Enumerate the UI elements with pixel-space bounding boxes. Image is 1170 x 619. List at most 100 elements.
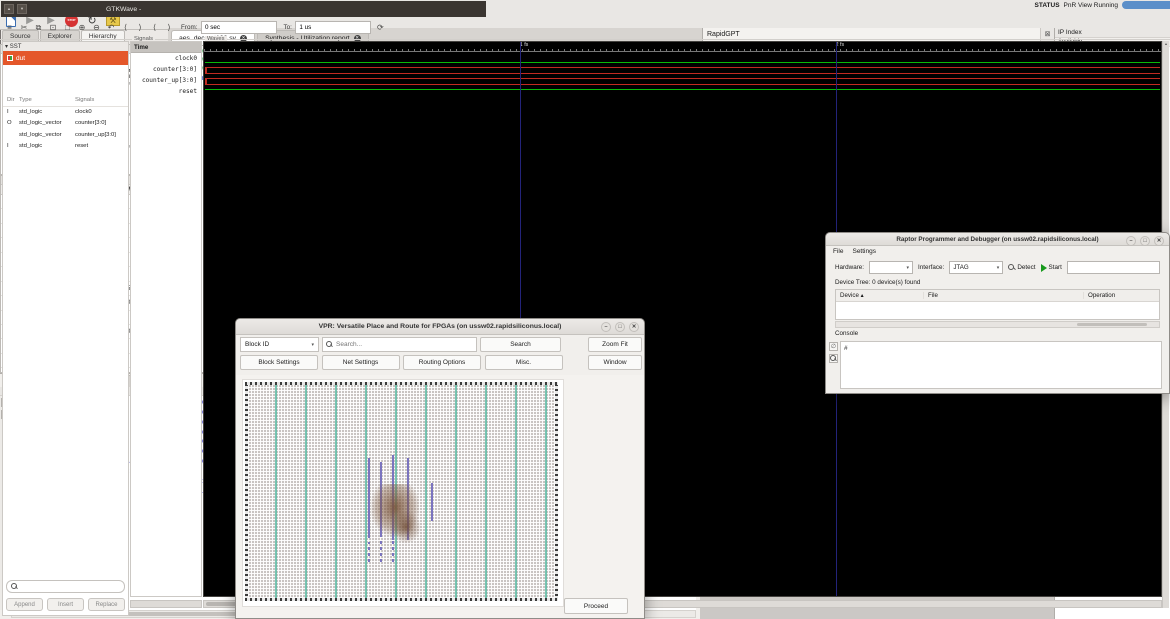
titlebar-button[interactable]: ▾ — [17, 4, 27, 14]
programmer-console-toolbar: ∅ — [828, 342, 839, 388]
shift-left-icon[interactable]: ⟨ — [120, 22, 131, 34]
minimize-icon[interactable]: – — [601, 322, 611, 332]
fpga-grid — [245, 382, 558, 601]
replace-button[interactable]: Replace — [88, 598, 125, 611]
copy-icon[interactable]: ⧉ — [33, 22, 44, 34]
device-table-header: Device ▴ File Operation — [836, 290, 1159, 302]
search-icon — [11, 583, 18, 590]
gtkwave-title: GTKWave - — [106, 6, 141, 13]
cut-icon[interactable]: ✂ — [19, 22, 30, 34]
shift-right-icon[interactable]: ⟩ — [135, 22, 146, 34]
append-button[interactable]: Append — [6, 598, 43, 611]
menu-file[interactable]: File — [833, 248, 843, 255]
signal-name: counter_up[3:0] — [75, 130, 128, 141]
time-ruler: 1 fs2 fs — [204, 42, 1161, 52]
vpr-search-input[interactable] — [336, 341, 456, 348]
status-label: STATUS — [1035, 2, 1060, 9]
clear-console-icon[interactable]: ∅ — [829, 342, 838, 351]
hardware-select[interactable] — [869, 261, 913, 274]
close-icon[interactable]: ✕ — [1154, 236, 1164, 246]
block-id-select[interactable]: Block ID — [240, 337, 319, 352]
device-table-hscrollbar[interactable] — [835, 321, 1160, 328]
net-settings-button[interactable]: Net Settings — [322, 355, 400, 370]
col-operation[interactable]: Operation — [1084, 292, 1159, 299]
page-right-icon[interactable]: ⟩ — [164, 22, 175, 34]
block-settings-button[interactable]: Block Settings — [240, 355, 318, 370]
gtkwave-title-buttons: ▴▾ — [1, 4, 27, 14]
zoom-full-icon[interactable]: □ — [62, 22, 73, 34]
insert-button[interactable]: Insert — [47, 598, 84, 611]
programmer-hardware-row: Hardware: Interface: JTAG Detect Start — [826, 258, 1169, 277]
raptor-design-suite: FileProjectRunViewHelp STATUS PnR View R… — [0, 0, 1170, 619]
signal-type: std_logic_vector — [19, 118, 75, 129]
sst-label: ▾ SST — [3, 42, 128, 51]
sst-buttons: Append Insert Replace — [6, 598, 125, 611]
detect-button[interactable]: Detect — [1008, 264, 1035, 271]
menu-settings[interactable]: Settings — [852, 248, 876, 255]
from-label: From: — [181, 24, 197, 31]
reload-icon[interactable]: ⟳ — [375, 22, 386, 34]
page-left-icon[interactable]: ⟨ — [149, 22, 160, 34]
col-device[interactable]: Device ▴ — [836, 292, 924, 299]
wave-trace-counter-up-3-0 — [205, 78, 1160, 79]
signal-name[interactable]: clock0 — [131, 53, 201, 64]
search-icon[interactable] — [829, 354, 838, 363]
signal-table-header: Dir Type Signals — [3, 95, 128, 107]
gtkwave-toolbar: ≡✂⧉⊡□⊕⊖↶⟨⟩⟨⟩ From: To: ⟳ — [0, 16, 1170, 40]
signal-table-row[interactable]: std_logic_vectorcounter_up[3:0] — [3, 130, 128, 141]
sort-icon: ▴ — [861, 292, 864, 299]
window-button[interactable]: Window — [588, 355, 642, 370]
signal-table-row[interactable]: Istd_logicclock0 — [3, 107, 128, 118]
wave-trace-clock0 — [205, 62, 1160, 63]
vpr-canvas[interactable]: Proceed — [236, 375, 644, 618]
close-icon[interactable]: ✕ — [629, 322, 639, 332]
bitstream-field[interactable] — [1067, 261, 1160, 274]
zoom-fit-button[interactable]: Zoom Fit — [588, 337, 642, 352]
paste-icon[interactable]: ⊡ — [48, 22, 59, 34]
search-icon — [326, 341, 333, 348]
zoom-out-icon[interactable]: ⊖ — [91, 22, 102, 34]
menu-icon[interactable]: ≡ — [4, 22, 15, 34]
start-button[interactable]: Start — [1041, 264, 1062, 272]
proceed-button[interactable]: Proceed — [564, 598, 628, 614]
zoom-in-icon[interactable]: ⊕ — [77, 22, 88, 34]
maximize-icon[interactable]: □ — [1140, 236, 1150, 246]
programmer-console[interactable]: # — [840, 341, 1162, 389]
signal-dir: I — [3, 107, 19, 118]
signal-search-box[interactable] — [6, 580, 125, 593]
from-input[interactable] — [201, 21, 277, 34]
programmer-menubar: File Settings — [826, 246, 1169, 257]
signal-name[interactable]: reset — [131, 86, 201, 97]
interface-select[interactable]: JTAG — [949, 261, 1003, 274]
undo-icon[interactable]: ↶ — [106, 22, 117, 34]
to-input[interactable] — [295, 21, 371, 34]
signal-type: std_logic — [19, 141, 75, 152]
window-controls: –□ ✕ — [1126, 236, 1164, 246]
signal-name-list: clock0counter[3:0]counter_up[3:0]reset — [131, 53, 201, 97]
signal-name[interactable]: counter_up[3:0] — [131, 75, 201, 86]
programmer-titlebar[interactable]: Raptor Programmer and Debugger (on ussw0… — [826, 233, 1169, 246]
misc-button[interactable]: Misc. — [485, 355, 563, 370]
col-file[interactable]: File — [924, 292, 1084, 299]
sst-item-label: dut — [16, 55, 25, 62]
progress-pill — [1122, 1, 1170, 9]
signal-type: std_logic — [19, 107, 75, 118]
signals-hscrollbar[interactable] — [130, 600, 202, 608]
sst-panel: ▾ SST dut Dir Type Signals Istd_logicclo… — [2, 41, 129, 616]
minimize-icon[interactable]: – — [1126, 236, 1136, 246]
placed-cluster — [391, 510, 421, 544]
signal-table-row[interactable]: Ostd_logic_vectorcounter[3:0] — [3, 118, 128, 129]
titlebar-button[interactable]: ▴ — [4, 4, 14, 14]
sst-tree-item-dut[interactable]: dut — [3, 51, 128, 65]
vpr-search-box[interactable] — [322, 337, 477, 352]
gtkwave-titlebar[interactable]: ▴▾ GTKWave - — [1, 1, 486, 17]
signal-table-row[interactable]: Istd_logicreset — [3, 141, 128, 152]
io-row — [245, 598, 558, 601]
routing-options-button[interactable]: Routing Options — [403, 355, 481, 370]
signal-name[interactable]: counter[3:0] — [131, 64, 201, 75]
vpr-titlebar[interactable]: VPR: Versatile Place and Route for FPGAs… — [236, 319, 644, 335]
io-column — [555, 382, 558, 601]
search-button[interactable]: Search — [480, 337, 561, 352]
status-area: STATUS PnR View Running — [1035, 1, 1170, 9]
maximize-icon[interactable]: □ — [615, 322, 625, 332]
